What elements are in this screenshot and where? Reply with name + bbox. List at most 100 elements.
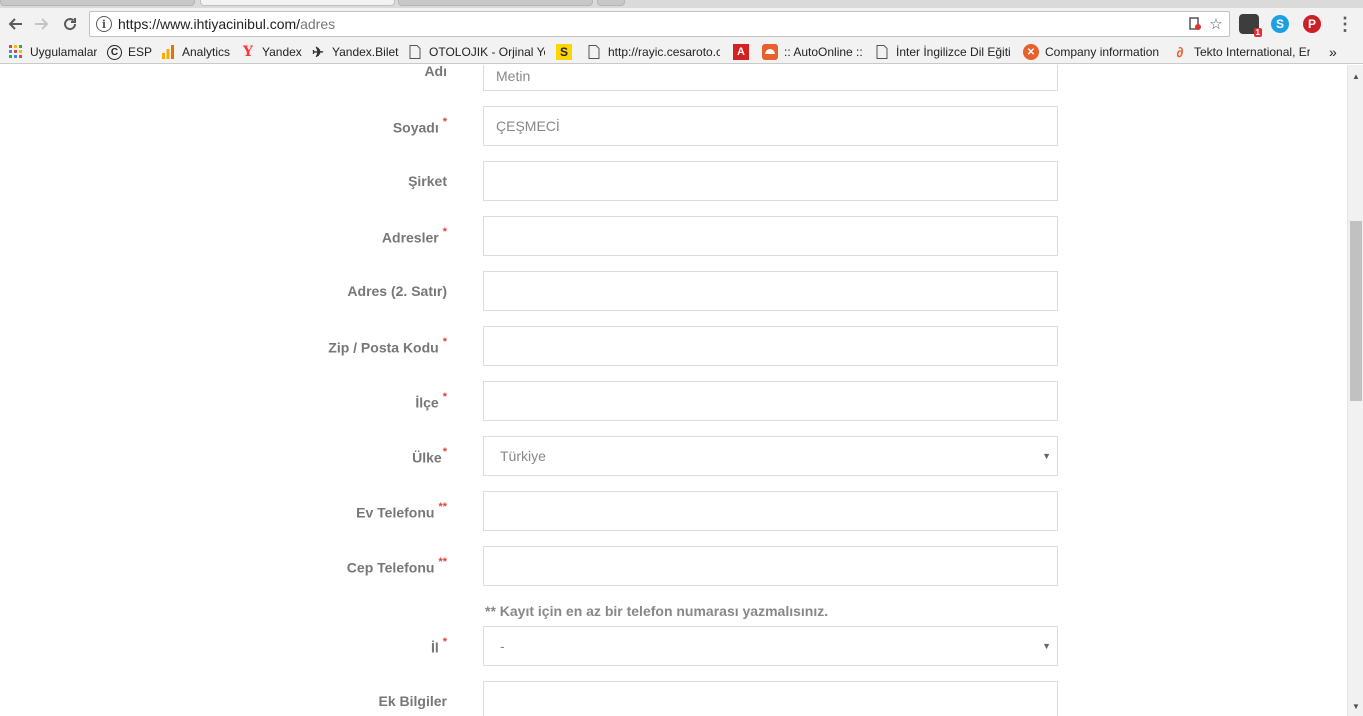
- input-cep-telefonu[interactable]: [483, 546, 1058, 586]
- scroll-down-icon[interactable]: ▼: [1351, 701, 1361, 711]
- autoonline-icon: [762, 44, 778, 60]
- bookmark-esp[interactable]: C ESP: [107, 43, 152, 61]
- bookmark-analytics[interactable]: Analytics: [160, 43, 230, 61]
- company-icon: ✕: [1023, 44, 1039, 60]
- label-ulke: Ülke*: [412, 446, 447, 466]
- bookmarks-overflow-button[interactable]: »: [1329, 43, 1337, 61]
- page-icon: [874, 44, 890, 60]
- copyright-icon: C: [107, 44, 122, 60]
- tab-inactive[interactable]: [398, 0, 593, 6]
- bookmark-apps[interactable]: Uygulamalar: [8, 43, 97, 61]
- bookmark-label: Uygulamalar: [30, 45, 98, 59]
- required-marker: *: [442, 336, 447, 348]
- input-value: Metin: [496, 68, 531, 84]
- input-adresler[interactable]: [483, 216, 1058, 256]
- bookmark-label: Yandex: [262, 45, 302, 59]
- label-il: İl *: [430, 636, 447, 656]
- scrollbar-thumb[interactable]: [1350, 221, 1362, 401]
- new-tab-button[interactable]: [597, 0, 625, 6]
- url-text[interactable]: https://www.ihtiyacinibul.com/adres: [118, 16, 335, 32]
- pinterest-icon[interactable]: P: [1303, 15, 1321, 33]
- browser-menu-icon[interactable]: ⋮: [1335, 14, 1355, 34]
- page-scrollbar[interactable]: ▲ ▼: [1347, 65, 1363, 716]
- input-ev-telefonu[interactable]: [483, 491, 1058, 531]
- bookmark-label: :: AutoOnline ::: [784, 45, 863, 59]
- tab-strip: [0, 0, 1363, 8]
- label-text: Adresler: [381, 229, 439, 246]
- apps-grid-icon: [8, 44, 24, 60]
- label-ev-telefonu: Ev Telefonu **: [356, 501, 447, 521]
- label-soyadi: Soyadı *: [393, 116, 447, 136]
- site-info-icon[interactable]: i: [96, 16, 112, 32]
- bookmark-rayic[interactable]: http://rayic.cesaroto.c: [586, 43, 720, 61]
- label-text: İlçe: [415, 394, 439, 411]
- skype-icon[interactable]: S: [1271, 15, 1289, 33]
- required-marker: **: [438, 556, 447, 568]
- select-ulke[interactable]: Türkiye ▼: [483, 436, 1058, 476]
- bookmark-autoonline[interactable]: :: AutoOnline ::: [762, 43, 863, 61]
- bookmark-yandex[interactable]: Y Yandex: [240, 43, 302, 61]
- ghostery-badge: 1: [1253, 28, 1262, 37]
- back-arrow-icon[interactable]: [3, 12, 27, 36]
- bookmark-s[interactable]: S: [556, 43, 578, 61]
- label-ek-bilgiler: Ek Bilgiler: [379, 693, 447, 709]
- required-marker: *: [442, 636, 447, 648]
- select-value: Türkiye: [500, 448, 546, 464]
- bookmark-label: OTOLOJIK - Orjinal Ye: [429, 45, 545, 59]
- select-il[interactable]: - ▼: [483, 626, 1058, 666]
- yandex-icon: Y: [243, 44, 253, 60]
- label-adres-2: Adres (2. Satır): [347, 283, 447, 299]
- address-bar[interactable]: i https://www.ihtiyacinibul.com/adres ☆: [89, 11, 1230, 37]
- phone-requirement-note: ** Kayıt için en az bir telefon numarası…: [485, 603, 829, 619]
- url-host: https://www.ihtiyacinibul.com/: [118, 16, 301, 32]
- bookmark-label: http://rayic.cesaroto.c: [608, 45, 720, 59]
- analytics-icon: [160, 44, 176, 60]
- url-path: adres: [300, 16, 336, 32]
- select-value: -: [500, 638, 505, 654]
- label-text: Zip / Posta Kodu: [328, 339, 439, 356]
- bookmark-acrobat[interactable]: A: [733, 43, 755, 61]
- label-adi: Adı: [424, 65, 447, 79]
- label-text: Ev Telefonu: [356, 504, 435, 521]
- input-value: ÇEŞMECİ: [496, 118, 560, 134]
- input-ek-bilgiler[interactable]: [483, 681, 1058, 716]
- tab-inactive[interactable]: [0, 0, 195, 6]
- acrobat-icon: A: [733, 44, 749, 60]
- chevron-down-icon: ▼: [1042, 451, 1051, 461]
- chevron-down-icon: ▼: [1042, 641, 1051, 651]
- bookmark-label: Company information: [1045, 45, 1160, 59]
- required-marker: *: [442, 116, 447, 128]
- bookmark-company-information[interactable]: ✕ Company information: [1023, 43, 1159, 61]
- forward-arrow-icon[interactable]: [30, 12, 54, 36]
- page-icon: [407, 44, 423, 60]
- label-cep-telefonu: Cep Telefonu **: [346, 556, 447, 576]
- tekto-icon: ∂: [1176, 44, 1184, 60]
- input-soyadi[interactable]: ÇEŞMECİ: [483, 106, 1058, 146]
- blocked-content-icon[interactable]: [1187, 16, 1203, 32]
- bookmark-label: İnter İngilizce Dil Eğiti: [896, 45, 1011, 59]
- label-text: İl: [430, 639, 439, 656]
- label-text: Adı: [424, 65, 447, 79]
- ghostery-icon[interactable]: 1: [1239, 14, 1262, 37]
- browser-toolbar: i https://www.ihtiyacinibul.com/adres ☆ …: [0, 8, 1363, 40]
- reload-icon[interactable]: [58, 12, 82, 36]
- label-adresler: Adresler *: [381, 226, 447, 246]
- scroll-up-icon[interactable]: ▲: [1351, 71, 1361, 81]
- bookmark-inter[interactable]: İnter İngilizce Dil Eğiti: [874, 43, 1012, 61]
- input-adres-2[interactable]: [483, 271, 1058, 311]
- label-zip: Zip / Posta Kodu *: [328, 336, 447, 356]
- input-ilce[interactable]: [483, 381, 1058, 421]
- label-text: Cep Telefonu: [346, 559, 435, 576]
- input-adi[interactable]: Metin: [483, 65, 1058, 91]
- input-zip[interactable]: [483, 326, 1058, 366]
- bookmark-tekto[interactable]: ∂ Tekto International, Er: [1172, 43, 1310, 61]
- tab-active[interactable]: [200, 0, 395, 6]
- label-text: Ek Bilgiler: [378, 693, 447, 709]
- bookmark-label: ESP: [128, 45, 153, 59]
- bookmark-yandex-bilet[interactable]: ✈ Yandex.Bilet: [310, 43, 398, 61]
- bookmark-otolojik[interactable]: OTOLOJIK - Orjinal Ye: [407, 43, 545, 61]
- required-marker: *: [442, 446, 447, 458]
- input-sirket[interactable]: [483, 161, 1058, 201]
- bookmarks-bar: Uygulamalar C ESP Analytics Y Yandex ✈ Y…: [0, 40, 1363, 64]
- bookmark-star-icon[interactable]: ☆: [1208, 16, 1224, 33]
